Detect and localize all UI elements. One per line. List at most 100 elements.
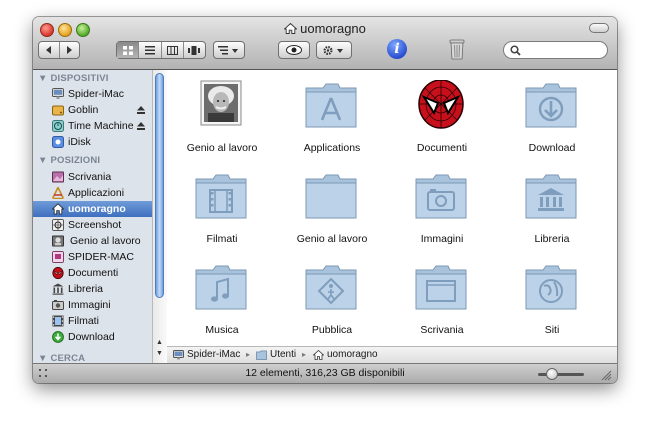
sidebar-item-label: Applicazioni xyxy=(68,187,125,199)
sidebar-item-time-machine[interactable]: Time Machine xyxy=(33,118,152,134)
sidebar-item-label: Documenti xyxy=(68,267,119,279)
sidebar-scrollbar[interactable]: ▲ ▼ xyxy=(152,70,167,363)
info-button[interactable]: i xyxy=(387,39,407,59)
sidebar-item-label: Download xyxy=(68,331,115,343)
sidebar-item-label: Filmati xyxy=(68,315,99,327)
sidebar-item-applicazioni[interactable]: Applicazioni xyxy=(33,185,152,201)
file-item[interactable]: Libreria xyxy=(497,171,607,261)
sidebar-item-screenshot[interactable]: Screenshot xyxy=(33,217,152,233)
path-bar: Spider-iMac ▸ Utenti ▸ uomoragno xyxy=(167,346,617,363)
eject-icon[interactable] xyxy=(137,122,145,130)
einstein-photo-icon xyxy=(200,80,242,126)
sidebar-item-label: Scrivania xyxy=(68,171,112,183)
sidebar-section-search[interactable]: ▼ CERCA xyxy=(38,353,85,363)
file-item[interactable]: Genio al lavoro xyxy=(277,171,387,261)
icon-size-slider-knob[interactable] xyxy=(546,368,558,380)
desktop-folder-icon xyxy=(415,265,467,310)
sidebar-item-filmati[interactable]: Filmati xyxy=(33,313,152,329)
computer-icon xyxy=(52,251,64,263)
scroll-down-arrow-icon[interactable]: ▼ xyxy=(156,350,163,357)
path-segment[interactable]: Utenti xyxy=(270,347,296,363)
column-view-button[interactable] xyxy=(162,42,184,58)
forward-arrow-icon xyxy=(67,46,73,54)
applications-icon xyxy=(52,187,64,199)
sidebar-item-documenti[interactable]: Documenti xyxy=(33,265,152,281)
sidebar-item-label: Time Machine xyxy=(68,120,134,132)
path-segment[interactable]: Spider-iMac xyxy=(187,347,240,363)
music-folder-icon xyxy=(195,265,247,310)
action-button[interactable] xyxy=(316,41,352,59)
sidebar-item-genio-al-lavoro[interactable]: Genio al lavoro xyxy=(33,233,152,249)
gear-icon xyxy=(323,45,343,55)
file-item[interactable]: Documenti xyxy=(387,80,497,170)
title-bar[interactable]: uomoragno i xyxy=(33,17,617,70)
sidebar-item-idisk[interactable]: iDisk xyxy=(33,134,152,150)
home-icon xyxy=(313,350,324,360)
eject-icon[interactable] xyxy=(137,106,145,114)
sidebar-item-label: Goblin xyxy=(68,104,99,116)
file-item[interactable]: Download xyxy=(497,80,607,170)
sidebar-item-spider-mac[interactable]: SPIDER-MAC xyxy=(33,249,152,265)
scroll-up-arrow-icon[interactable]: ▲ xyxy=(156,339,163,346)
screenshot-icon xyxy=(52,219,64,231)
sidebar-item-label: iDisk xyxy=(68,136,91,148)
sidebar-section-devices[interactable]: ▼ DISPOSITIVI xyxy=(38,73,109,84)
home-icon xyxy=(284,23,298,34)
file-item[interactable]: Scrivania xyxy=(387,262,497,352)
arrange-button[interactable] xyxy=(213,41,245,59)
imac-icon xyxy=(52,88,64,99)
quick-look-button[interactable] xyxy=(278,41,310,59)
list-view-button[interactable] xyxy=(139,42,162,58)
view-switcher xyxy=(116,41,206,59)
file-item[interactable]: Siti xyxy=(497,262,607,352)
sidebar-item-label: SPIDER-MAC xyxy=(68,251,134,263)
folder-icon xyxy=(305,174,357,219)
coverflow-view-button[interactable] xyxy=(184,42,205,58)
sidebar-item-download[interactable]: Download xyxy=(33,329,152,345)
sidebar-item-libreria[interactable]: Libreria xyxy=(33,281,152,297)
eye-icon xyxy=(286,45,302,55)
drive-icon xyxy=(52,105,64,116)
library-icon xyxy=(52,283,64,295)
sidebar-item-label: Libreria xyxy=(68,283,104,295)
file-item-name: Download xyxy=(528,142,576,154)
forward-button[interactable] xyxy=(60,42,80,58)
file-item[interactable]: Genio al lavoro xyxy=(167,80,277,170)
file-item[interactable]: Pubblica xyxy=(277,262,387,352)
file-item[interactable]: Musica xyxy=(167,262,277,352)
back-arrow-icon xyxy=(45,46,51,54)
applications-folder-icon xyxy=(305,83,357,128)
resize-grip-icon[interactable] xyxy=(601,370,612,381)
sidebar-item-label: Immagini xyxy=(68,299,111,311)
column-view-icon xyxy=(166,45,178,55)
file-item[interactable]: Filmati xyxy=(167,171,277,261)
sidebar-item-scrivania[interactable]: Scrivania xyxy=(33,169,152,185)
icon-view-button[interactable] xyxy=(117,42,140,58)
public-folder-icon xyxy=(305,265,357,310)
movies-folder-icon xyxy=(195,174,247,219)
trash-icon[interactable] xyxy=(449,38,465,60)
sidebar-scroll-thumb[interactable] xyxy=(155,73,164,298)
sidebar-item-spider-imac[interactable]: Spider-iMac xyxy=(33,86,152,102)
download-icon xyxy=(52,331,64,343)
idisk-icon xyxy=(52,136,64,148)
back-button[interactable] xyxy=(39,42,60,58)
sites-folder-icon xyxy=(525,265,577,310)
sidebar-item-uomoragno[interactable]: uomoragno xyxy=(33,201,152,217)
toolbar-toggle-button[interactable] xyxy=(589,23,609,33)
path-segment[interactable]: uomoragno xyxy=(327,347,378,363)
sidebar-section-places[interactable]: ▼ POSIZIONI xyxy=(38,155,100,166)
file-item[interactable]: Immagini xyxy=(387,171,497,261)
finder-window: uomoragno i ▼ DISPOSITIVI Spider-iMac Go… xyxy=(33,17,617,383)
status-text: 12 elementi, 316,23 GB disponibili xyxy=(245,367,405,379)
search-field[interactable] xyxy=(503,41,608,59)
chevron-right-icon: ▸ xyxy=(246,350,251,359)
icon-size-slider[interactable] xyxy=(538,373,584,376)
sidebar-item-immagini[interactable]: Immagini xyxy=(33,297,152,313)
folder-icon xyxy=(256,350,267,360)
sidebar: ▼ DISPOSITIVI Spider-iMac Goblin Time Ma… xyxy=(33,70,152,363)
sidebar-item-goblin[interactable]: Goblin xyxy=(33,102,152,118)
pictures-icon xyxy=(52,300,64,310)
desktop-icon xyxy=(52,171,64,183)
file-item[interactable]: Applications xyxy=(277,80,387,170)
